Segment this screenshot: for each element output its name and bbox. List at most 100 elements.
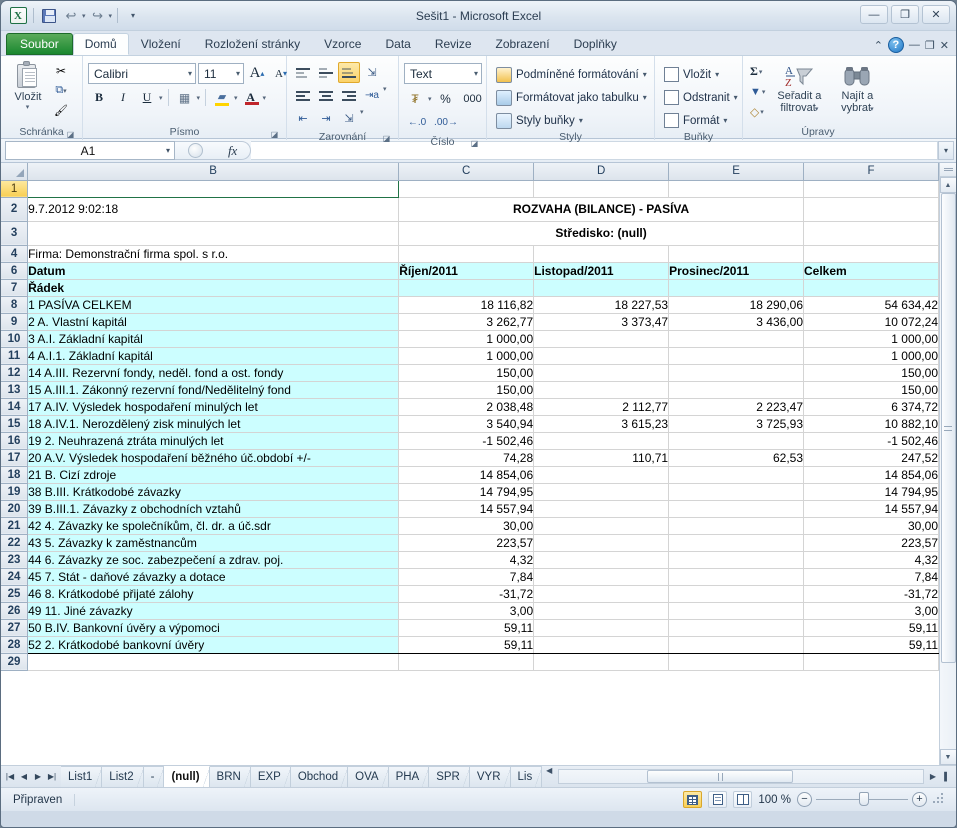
row-header-26[interactable]: 26 — [1, 602, 29, 620]
bold-button[interactable]: B — [88, 87, 110, 108]
cell-C13[interactable]: 150,00 — [398, 380, 535, 399]
orientation-button[interactable]: ⇲ — [361, 62, 383, 83]
cell-E9[interactable]: 3 436,00 — [668, 312, 804, 331]
row-header-3[interactable]: 3 — [1, 221, 29, 246]
cell-F29[interactable] — [803, 653, 939, 671]
spreadsheet-grid[interactable]: B C D E F 1 2 9.7.2012 9:02:18 ROZVAHA (BIL… — [1, 163, 939, 765]
cell-B24[interactable]: 45 7. Stát - daňové závazky a dotace — [27, 567, 400, 586]
font-name-combo[interactable]: Calibri ▾ — [88, 63, 196, 84]
cell-F9[interactable]: 10 072,24 — [803, 312, 939, 331]
horizontal-scroll-thumb[interactable] — [647, 770, 793, 783]
sheet-tab-EXP[interactable]: EXP — [250, 766, 291, 787]
alignment-dialog-launcher[interactable]: ◪ — [382, 134, 391, 143]
cell-C15[interactable]: 3 540,94 — [398, 414, 535, 433]
cell-B16[interactable]: 19 2. Neuhrazená ztráta minulých let — [27, 431, 400, 450]
cell-F27[interactable]: 59,11 — [803, 618, 939, 637]
cell-F23[interactable]: 4,32 — [803, 550, 939, 569]
zoom-level[interactable]: 100 % — [758, 794, 791, 806]
fill-color-caret-icon[interactable]: ▾ — [234, 94, 238, 102]
row-header-6[interactable]: 6 — [1, 262, 29, 280]
cell-F8[interactable]: 54 634,42 — [803, 295, 939, 314]
cell-F10[interactable]: 1 000,00 — [803, 329, 939, 348]
cell-D20[interactable] — [533, 499, 670, 518]
italic-button[interactable]: I — [112, 87, 134, 108]
number-format-combo[interactable]: Text ▾ — [404, 63, 482, 84]
cell-B26[interactable]: 49 11. Jiné závazky — [27, 601, 400, 620]
cell-B11[interactable]: 4 A.I.1. Základní kapitál — [27, 346, 400, 365]
collapse-ribbon-icon[interactable]: ⌃ — [874, 39, 883, 52]
font-color-button[interactable]: A — [240, 87, 262, 108]
cell-D24[interactable] — [533, 567, 670, 586]
cell-F6[interactable]: Celkem — [803, 262, 939, 280]
paste-caret-icon[interactable]: ▾ — [26, 103, 30, 111]
cell-E6[interactable]: Prosinec/2011 — [668, 262, 804, 280]
cell-F15[interactable]: 10 882,10 — [803, 414, 939, 433]
font-dialog-launcher[interactable]: ◪ — [270, 130, 279, 139]
underline-button[interactable]: U — [136, 87, 158, 108]
prev-sheet-button[interactable]: ◀ — [18, 772, 30, 781]
accounting-caret-icon[interactable]: ▾ — [428, 95, 432, 103]
row-header-28[interactable]: 28 — [1, 636, 29, 654]
comma-style-button[interactable]: 000 — [460, 88, 486, 109]
decrease-decimal-button[interactable]: .00→ — [433, 112, 459, 133]
cell-E11[interactable] — [668, 346, 804, 365]
wrap-text-button[interactable]: ⇥a — [361, 85, 383, 106]
cell-B7[interactable]: Řádek — [27, 279, 400, 297]
customize-qat-button[interactable]: ▾ — [123, 6, 143, 26]
cell-D1[interactable] — [533, 180, 670, 198]
row-header-9[interactable]: 9 — [1, 313, 29, 331]
cell-C23[interactable]: 4,32 — [398, 550, 535, 569]
cell-F11[interactable]: 1 000,00 — [803, 346, 939, 365]
page-break-view-button[interactable] — [733, 791, 753, 808]
cell-C19[interactable]: 14 794,95 — [398, 482, 535, 501]
cell-E24[interactable] — [668, 567, 804, 586]
cell-B25[interactable]: 46 8. Krátkodobé přijaté zálohy — [27, 584, 400, 603]
fill-color-button[interactable]: ▰ — [211, 87, 233, 108]
underline-caret-icon[interactable]: ▾ — [159, 94, 163, 102]
vertical-scroll-track[interactable] — [939, 193, 956, 749]
align-center-button[interactable] — [315, 85, 337, 106]
cell-E29[interactable] — [668, 653, 804, 671]
cell-C9[interactable]: 3 262,77 — [398, 312, 535, 331]
cell-B6[interactable]: Datum — [27, 262, 400, 280]
split-handle[interactable] — [939, 163, 956, 177]
cell-E28[interactable] — [668, 635, 804, 654]
sheet-tab-BRN[interactable]: BRN — [209, 766, 252, 787]
cell-E26[interactable] — [668, 601, 804, 620]
cell-B10[interactable]: 3 A.I. Základní kapitál — [27, 329, 400, 348]
cell-B29[interactable] — [27, 653, 400, 671]
cell-B19[interactable]: 38 B.III. Krátkodobé závazky — [27, 482, 400, 501]
insert-cells-button[interactable]: Vložit ▾ — [660, 64, 723, 85]
cell-B2[interactable]: 9.7.2012 9:02:18 — [27, 197, 400, 222]
tab-zobrazeni[interactable]: Zobrazení — [484, 33, 562, 55]
cell-C26[interactable]: 3,00 — [398, 601, 535, 620]
increase-indent-button[interactable]: ⇥ — [315, 108, 337, 129]
insert-function-round-icon[interactable] — [187, 143, 203, 158]
help-icon[interactable]: ? — [887, 37, 904, 53]
first-sheet-button[interactable]: |◀ — [4, 772, 16, 781]
cell-D19[interactable] — [533, 482, 670, 501]
cell-D13[interactable] — [533, 380, 670, 399]
cell-C22[interactable]: 223,57 — [398, 533, 535, 552]
sheet-tab-VYR[interactable]: VYR — [469, 766, 511, 787]
cell-F16[interactable]: -1 502,46 — [803, 431, 939, 450]
row-header-24[interactable]: 24 — [1, 568, 29, 586]
cell-C27[interactable]: 59,11 — [398, 618, 535, 637]
cell-C21[interactable]: 30,00 — [398, 516, 535, 535]
undo-button[interactable]: ↩ — [61, 6, 81, 26]
cell-D26[interactable] — [533, 601, 670, 620]
delete-cells-button[interactable]: Odstranit ▾ — [660, 87, 742, 108]
borders-button[interactable]: ▦ — [174, 87, 196, 108]
name-box[interactable]: A1 ▾ — [5, 141, 175, 160]
conditional-formatting-button[interactable]: Podmíněné formátování ▾ — [492, 64, 651, 85]
row-header-22[interactable]: 22 — [1, 534, 29, 552]
restore-button[interactable]: ❐ — [891, 5, 919, 24]
row-header-15[interactable]: 15 — [1, 415, 29, 433]
clipboard-dialog-launcher[interactable]: ◪ — [66, 130, 75, 139]
cell-B12[interactable]: 14 A.III. Rezervní fondy, neděl. fond a … — [27, 363, 400, 382]
merge-center-caret-icon[interactable]: ▾ — [360, 108, 364, 129]
vertical-scroll-thumb[interactable] — [940, 193, 956, 663]
cell-B23[interactable]: 44 6. Závazky ze soc. zabezpečení a zdra… — [27, 550, 400, 569]
cell-F2[interactable] — [803, 197, 939, 222]
tab-data[interactable]: Data — [373, 33, 422, 55]
